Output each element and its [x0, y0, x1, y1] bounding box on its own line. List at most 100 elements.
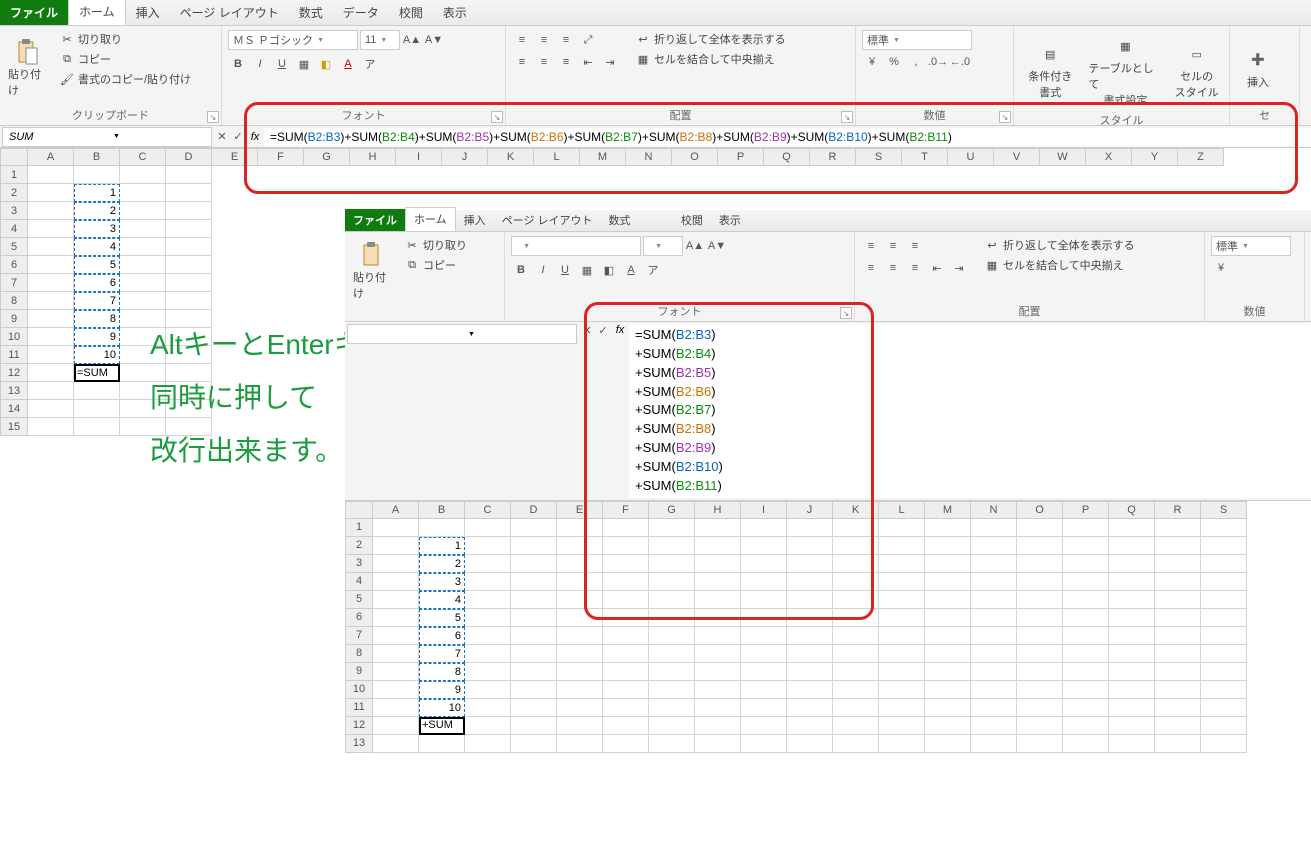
- cell-2-N3[interactable]: [971, 555, 1017, 573]
- bold-button[interactable]: B: [228, 54, 248, 74]
- cell-2-P9[interactable]: [1063, 663, 1109, 681]
- cell-2-C13[interactable]: [465, 735, 511, 753]
- percent-button[interactable]: %: [884, 52, 904, 72]
- cell-2-E13[interactable]: [557, 735, 603, 753]
- cell-2-I8[interactable]: [741, 645, 787, 663]
- col-header-D[interactable]: D: [166, 148, 212, 166]
- cell-2-P5[interactable]: [1063, 591, 1109, 609]
- cell-C2[interactable]: [120, 184, 166, 202]
- cell-C7[interactable]: [120, 274, 166, 292]
- cell-2-N13[interactable]: [971, 735, 1017, 753]
- cell-A2[interactable]: [28, 184, 74, 202]
- row-header-2-8[interactable]: 8: [345, 645, 373, 663]
- row-header-14[interactable]: 14: [0, 400, 28, 418]
- fill-color-button-2[interactable]: ◧: [599, 260, 619, 280]
- cell-2-H2[interactable]: [695, 537, 741, 555]
- cell-2-J11[interactable]: [787, 699, 833, 717]
- cell-A9[interactable]: [28, 310, 74, 328]
- col-header-S[interactable]: S: [856, 148, 902, 166]
- cut-button[interactable]: ✂切り取り: [56, 30, 195, 48]
- col-header-B[interactable]: B: [74, 148, 120, 166]
- cell-2-P10[interactable]: [1063, 681, 1109, 699]
- tab-formulas-2[interactable]: 数式: [601, 209, 639, 231]
- cell-2-O3[interactable]: [1017, 555, 1063, 573]
- cell-2-M11[interactable]: [925, 699, 971, 717]
- cell-2-J1[interactable]: [787, 519, 833, 537]
- cell-2-F1[interactable]: [603, 519, 649, 537]
- cell-2-B11[interactable]: 10: [419, 699, 465, 717]
- cell-2-A8[interactable]: [373, 645, 419, 663]
- cell-2-D10[interactable]: [511, 681, 557, 699]
- cell-2-M10[interactable]: [925, 681, 971, 699]
- cell-2-F7[interactable]: [603, 627, 649, 645]
- cell-2-D7[interactable]: [511, 627, 557, 645]
- cell-2-G1[interactable]: [649, 519, 695, 537]
- align-center-button-2[interactable]: ≡: [883, 258, 903, 278]
- bold-button-2[interactable]: B: [511, 260, 531, 280]
- cell-2-J7[interactable]: [787, 627, 833, 645]
- cell-2-R2[interactable]: [1155, 537, 1201, 555]
- cell-2-A6[interactable]: [373, 609, 419, 627]
- cell-2-E9[interactable]: [557, 663, 603, 681]
- row-header-2-4[interactable]: 4: [345, 573, 373, 591]
- cell-2-A7[interactable]: [373, 627, 419, 645]
- cell-2-S12[interactable]: [1201, 717, 1247, 735]
- cell-2-L13[interactable]: [879, 735, 925, 753]
- cell-2-C1[interactable]: [465, 519, 511, 537]
- name-box[interactable]: SUM ▼: [2, 127, 212, 147]
- cell-2-M9[interactable]: [925, 663, 971, 681]
- cell-2-L6[interactable]: [879, 609, 925, 627]
- cell-2-K12[interactable]: [833, 717, 879, 735]
- cell-2-N5[interactable]: [971, 591, 1017, 609]
- cell-2-L8[interactable]: [879, 645, 925, 663]
- wrap-text-button-2[interactable]: ↩折り返して全体を表示する: [981, 236, 1139, 254]
- align-right-button[interactable]: ≡: [556, 52, 576, 72]
- cell-2-G4[interactable]: [649, 573, 695, 591]
- cell-2-Q11[interactable]: [1109, 699, 1155, 717]
- cell-A6[interactable]: [28, 256, 74, 274]
- border-button[interactable]: ▦: [294, 54, 314, 74]
- indent-dec-button-2[interactable]: ⇤: [927, 258, 947, 278]
- border-button-2[interactable]: ▦: [577, 260, 597, 280]
- italic-button-2[interactable]: I: [533, 260, 553, 280]
- cell-2-K6[interactable]: [833, 609, 879, 627]
- cell-2-B6[interactable]: 5: [419, 609, 465, 627]
- tab-data[interactable]: データ: [333, 0, 389, 25]
- cell-2-H5[interactable]: [695, 591, 741, 609]
- cell-2-K4[interactable]: [833, 573, 879, 591]
- cell-C1[interactable]: [120, 166, 166, 184]
- select-all-corner-2[interactable]: [345, 501, 373, 519]
- cell-A7[interactable]: [28, 274, 74, 292]
- cell-2-P11[interactable]: [1063, 699, 1109, 717]
- row-header-4[interactable]: 4: [0, 220, 28, 238]
- col-header-2-G[interactable]: G: [649, 501, 695, 519]
- cell-2-C9[interactable]: [465, 663, 511, 681]
- formula-bar[interactable]: =SUM(B2:B3)+SUM(B2:B4)+SUM(B2:B5)+SUM(B2…: [264, 128, 1311, 146]
- cell-2-K5[interactable]: [833, 591, 879, 609]
- cell-2-R10[interactable]: [1155, 681, 1201, 699]
- col-header-H[interactable]: H: [350, 148, 396, 166]
- indent-inc-button-2[interactable]: ⇥: [949, 258, 969, 278]
- cell-2-M12[interactable]: [925, 717, 971, 735]
- cell-B6[interactable]: 5: [74, 256, 120, 274]
- cell-2-K8[interactable]: [833, 645, 879, 663]
- cell-2-C11[interactable]: [465, 699, 511, 717]
- cell-C5[interactable]: [120, 238, 166, 256]
- cell-2-G7[interactable]: [649, 627, 695, 645]
- formula-bar-2[interactable]: =SUM(B2:B3)+SUM(B2:B4)+SUM(B2:B5)+SUM(B2…: [629, 324, 1311, 498]
- italic-button[interactable]: I: [250, 54, 270, 74]
- row-header-9[interactable]: 9: [0, 310, 28, 328]
- cell-2-R13[interactable]: [1155, 735, 1201, 753]
- cell-2-I5[interactable]: [741, 591, 787, 609]
- cell-2-C7[interactable]: [465, 627, 511, 645]
- cell-2-N4[interactable]: [971, 573, 1017, 591]
- cell-2-B8[interactable]: 7: [419, 645, 465, 663]
- cell-A8[interactable]: [28, 292, 74, 310]
- row-header-2-12[interactable]: 12: [345, 717, 373, 735]
- cell-2-I4[interactable]: [741, 573, 787, 591]
- col-header-2-D[interactable]: D: [511, 501, 557, 519]
- cell-2-Q12[interactable]: [1109, 717, 1155, 735]
- cell-2-D1[interactable]: [511, 519, 557, 537]
- cell-2-M8[interactable]: [925, 645, 971, 663]
- copy-button[interactable]: ⧉コピー: [56, 50, 195, 68]
